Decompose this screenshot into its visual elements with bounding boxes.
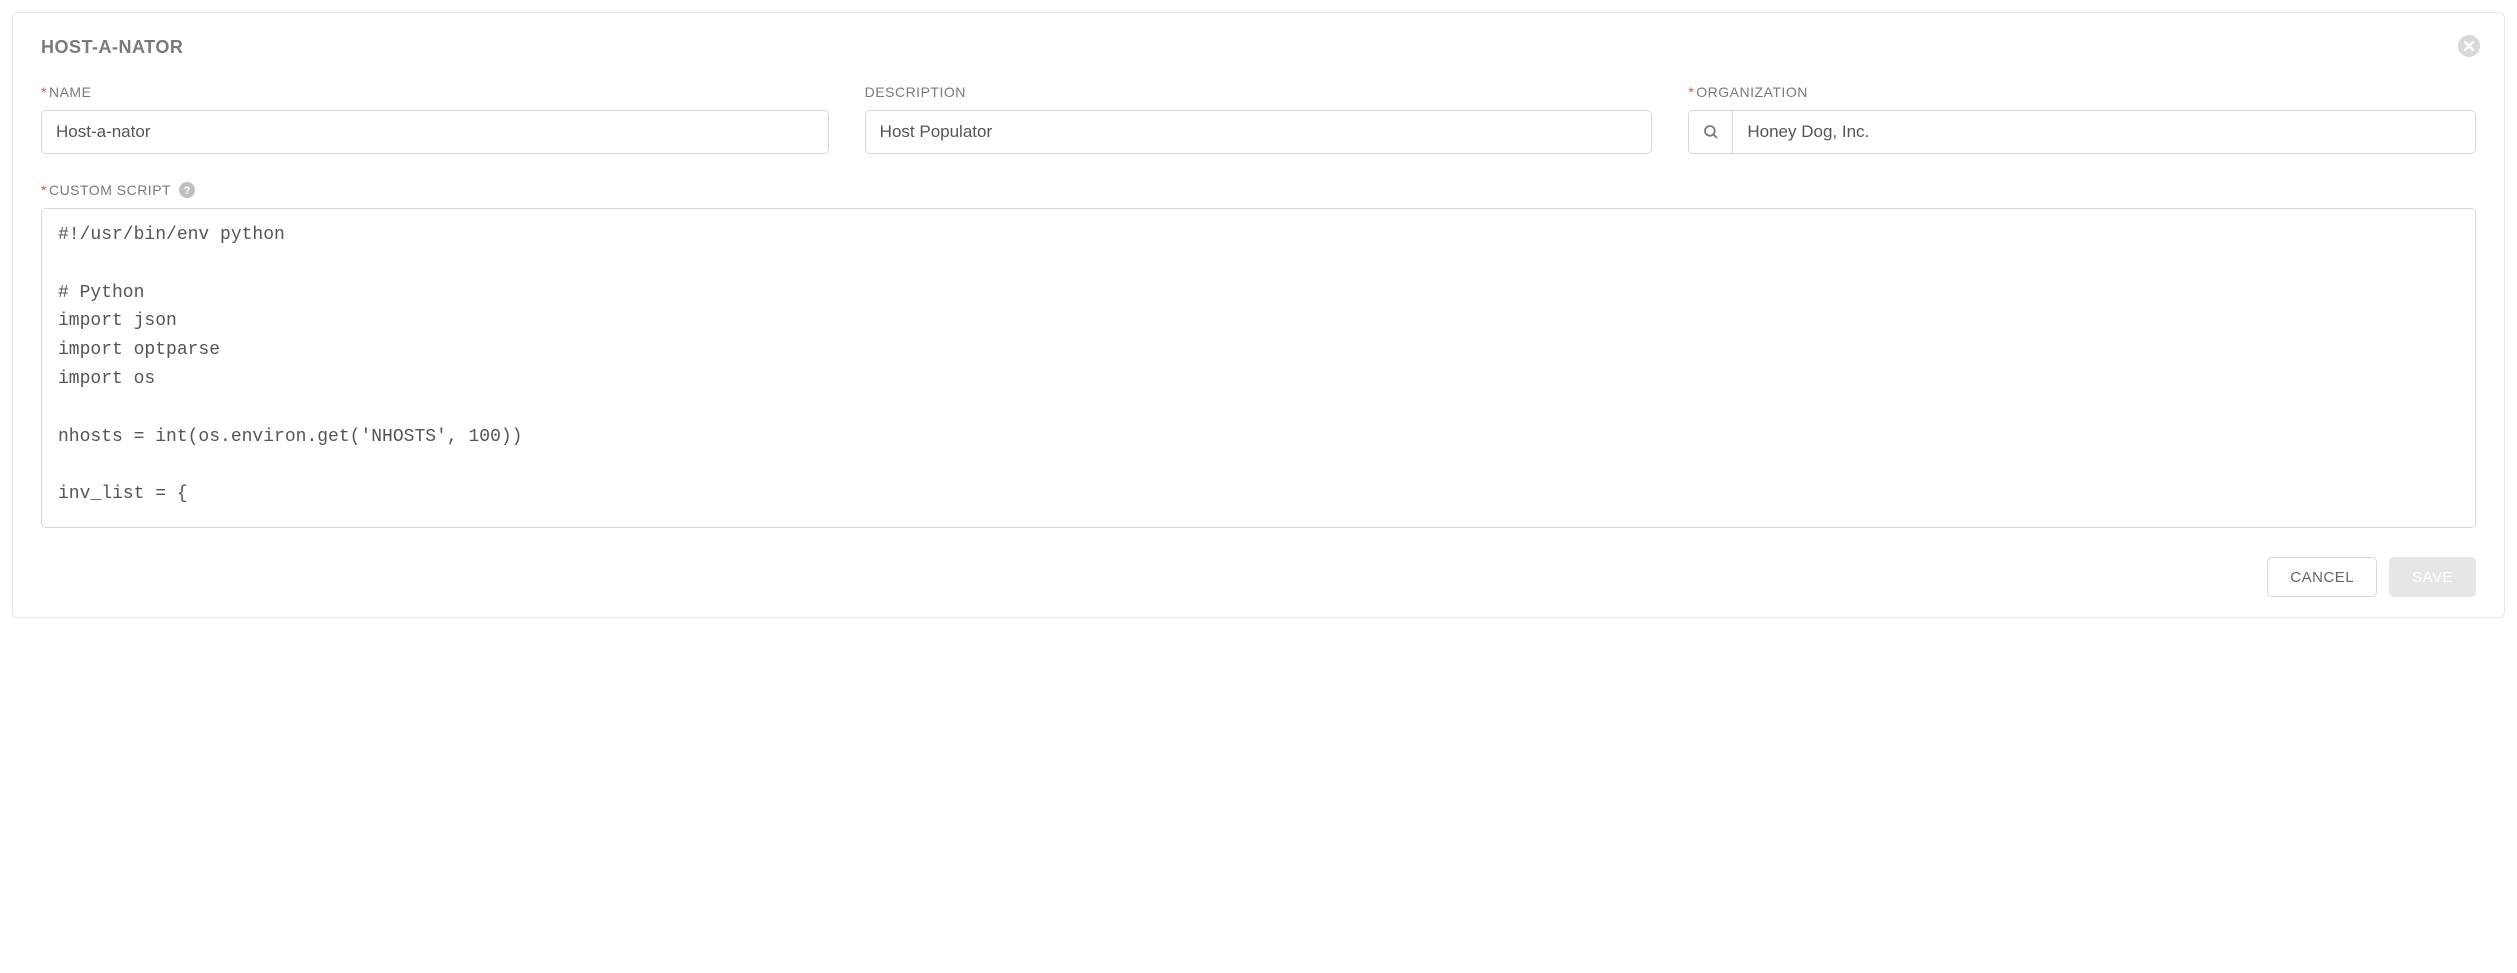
description-label: DESCRIPTION — [865, 84, 1653, 100]
organization-input[interactable] — [1732, 110, 2476, 154]
organization-label-text: ORGANIZATION — [1696, 84, 1808, 100]
name-input[interactable] — [41, 110, 829, 154]
help-icon: ? — [179, 182, 195, 198]
panel-title: HOST-A-NATOR — [41, 37, 2476, 58]
save-button[interactable]: SAVE — [2389, 557, 2476, 597]
field-row: *NAME DESCRIPTION *ORGANIZATION — [41, 84, 2476, 154]
name-label-text: NAME — [49, 84, 91, 100]
close-icon — [2458, 35, 2480, 57]
description-input[interactable] — [865, 110, 1653, 154]
organization-input-wrap — [1688, 110, 2476, 154]
custom-script-label: *CUSTOM SCRIPT — [41, 182, 171, 198]
cancel-button[interactable]: CANCEL — [2267, 557, 2377, 597]
svg-text:?: ? — [184, 185, 191, 197]
description-field-group: DESCRIPTION — [865, 84, 1653, 154]
custom-script-help-button[interactable]: ? — [179, 182, 195, 198]
custom-script-textarea[interactable] — [41, 208, 2476, 528]
required-marker: * — [41, 182, 47, 198]
required-marker: * — [1688, 84, 1694, 100]
organization-field-group: *ORGANIZATION — [1688, 84, 2476, 154]
organization-search-button[interactable] — [1688, 110, 1732, 154]
search-icon — [1702, 123, 1720, 141]
footer-actions: CANCEL SAVE — [41, 557, 2476, 597]
name-label: *NAME — [41, 84, 829, 100]
close-button[interactable] — [2458, 35, 2480, 57]
name-field-group: *NAME — [41, 84, 829, 154]
form-panel: HOST-A-NATOR *NAME DESCRIPTION *ORGANIZA… — [12, 12, 2505, 618]
custom-script-label-text: CUSTOM SCRIPT — [49, 182, 171, 198]
required-marker: * — [41, 84, 47, 100]
organization-label: *ORGANIZATION — [1688, 84, 2476, 100]
custom-script-label-row: *CUSTOM SCRIPT ? — [41, 182, 2476, 198]
